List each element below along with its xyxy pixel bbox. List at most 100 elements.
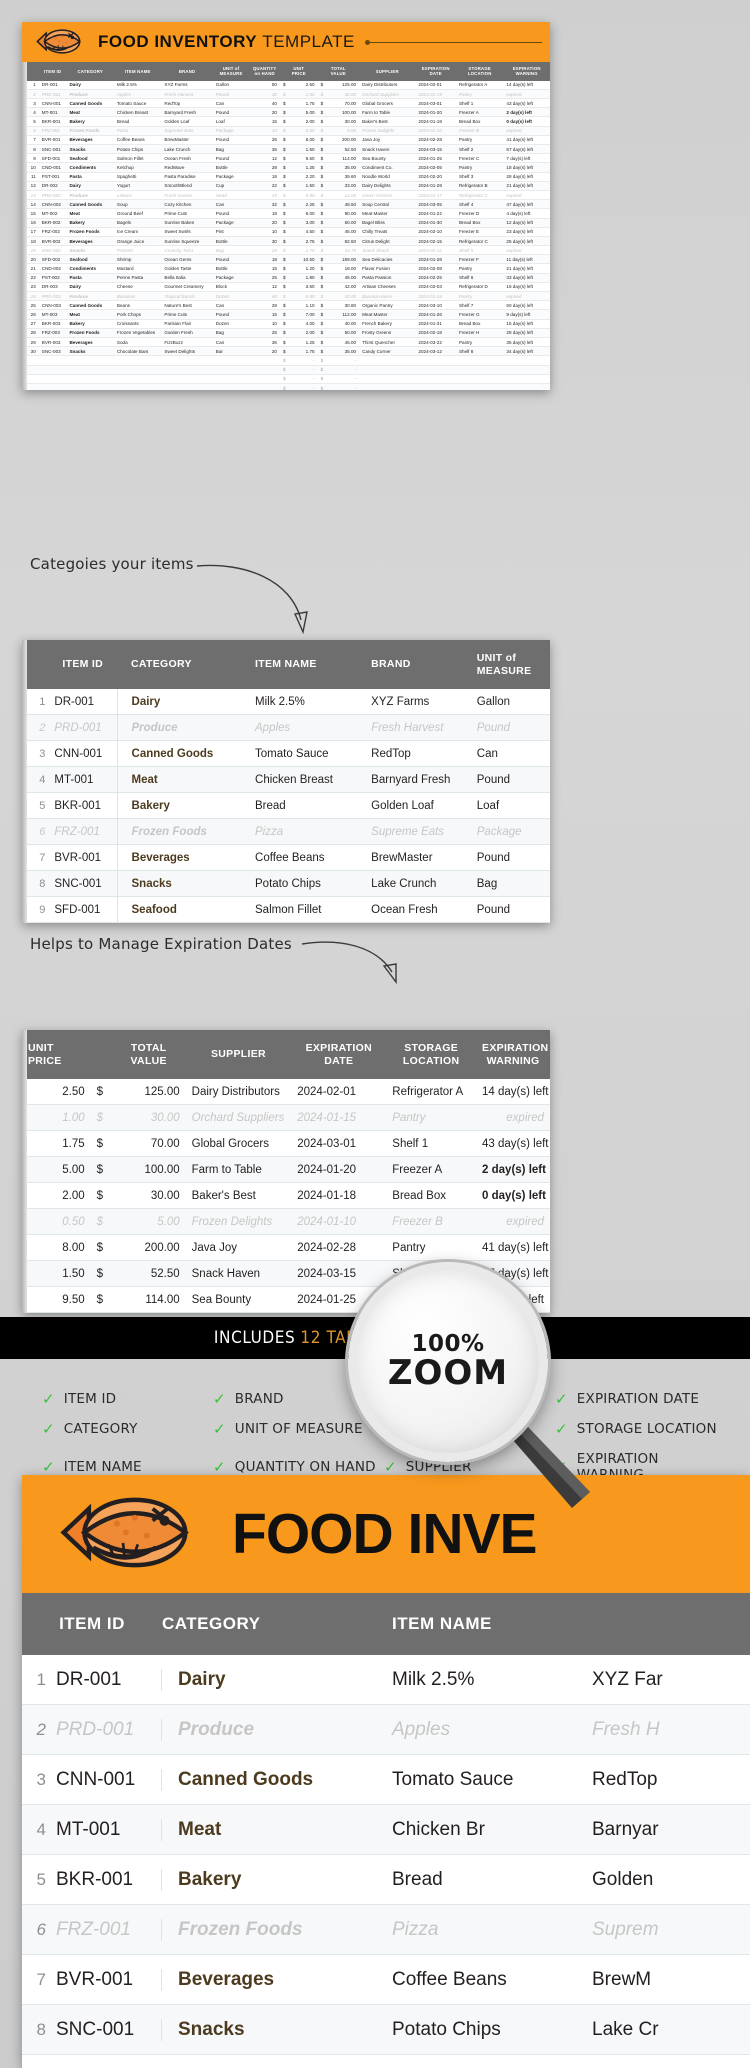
cell-empty <box>113 355 162 366</box>
cell-category: Beverages <box>66 236 114 247</box>
cell-currency-unit: $ <box>280 291 299 302</box>
row-number: 8 <box>22 870 49 898</box>
cell-unit-of-measure: Dozen <box>212 291 250 302</box>
template-header-band: FOOD INVENTORY TEMPLATE <box>22 22 550 62</box>
cell-item-name: Tomato Sauce <box>392 1768 514 1790</box>
expiration-table-card: UNIT PRICE TOTAL VALUE SUPPLIER EXPIRATION DAT… <box>22 1030 550 1314</box>
cell-item-name: Milk 2.5% <box>249 689 366 716</box>
cell-item-name: Potato Chips <box>113 144 162 155</box>
cell-empty <box>66 355 114 366</box>
cell-unit-price: 0.50 <box>22 1208 91 1236</box>
cell-empty <box>66 374 114 384</box>
cell-unit-price: 3.00 <box>298 218 318 228</box>
cell-unit-of-measure: Pound <box>212 309 250 320</box>
cell-item-name: Ground Beef <box>113 208 162 219</box>
cell-item-id: CNN-003 <box>38 300 67 311</box>
cell-empty <box>455 374 504 384</box>
check-icon: ✓ <box>555 1419 568 1438</box>
cell-brand: BrewMaster <box>365 844 471 872</box>
cell-expiration-warning: 41 day(s) left <box>503 135 550 146</box>
cell-empty <box>22 365 39 375</box>
cell-item-name: Lettuce <box>113 190 162 201</box>
cell-item-name: Salmon Fillet <box>249 896 366 924</box>
cell-total-value: 200.00 <box>338 135 360 146</box>
cell-item-id: DR-003 <box>38 282 67 293</box>
cell-expiration-date: 2024-01-22 <box>415 208 456 219</box>
cell-storage-location: Refrigerator A <box>386 1079 477 1106</box>
cell-item-id: CNN-001 <box>56 1768 162 1791</box>
cell-brand: Golden Taste <box>161 263 213 274</box>
row-number: 19 <box>22 245 39 256</box>
cell-expiration-date: 2024-01-25 <box>415 153 456 164</box>
cell-storage-location: Bread Box <box>386 1182 477 1210</box>
cell-item-id: CNN-001 <box>38 98 67 109</box>
cell-empty <box>503 383 550 390</box>
table-row: 5 BKR-001 Bakery Bread Golden Loaf Loaf 15 $2.0… <box>22 116 550 127</box>
cell-unit-price: 9.50 <box>22 1286 91 1314</box>
cell-currency-total: $ <box>317 144 339 155</box>
cell-item-name: Cheese <box>113 282 162 293</box>
row-number: 20 <box>22 254 39 265</box>
cell-quantity: 10 <box>249 126 280 136</box>
cell-unit-of-measure: Package <box>212 126 250 136</box>
checklist-item: ✓ UNIT OF MEASURE <box>213 1421 384 1437</box>
cell-currency-total: $ <box>317 126 339 136</box>
cell-brand: Ocean Fresh <box>365 896 471 924</box>
cell-item-id: DR-001 <box>48 689 118 716</box>
cell-empty <box>455 355 504 366</box>
row-number: 16 <box>22 218 39 228</box>
cell-total-value: 12.00 <box>338 190 360 201</box>
row-number: 1 <box>22 689 49 716</box>
check-icon: ✓ <box>384 1419 397 1438</box>
cell-total-value: 100.00 <box>111 1156 186 1184</box>
cell-empty <box>161 374 213 384</box>
cell-supplier: Frozen Delights <box>359 126 416 136</box>
cell-item-name: Bagels <box>113 218 162 228</box>
cell-item-name: Spaghetti <box>113 172 162 182</box>
cell-currency-total: $ <box>317 181 339 191</box>
cell-item-name: Soda <box>113 337 162 348</box>
cell-expiration-warning: 15 day(s) left <box>503 319 550 329</box>
cell-storage-location: Refrigerator A <box>455 80 504 90</box>
cell-total-value: 125.00 <box>111 1079 186 1106</box>
column-header-expiration-warning: EXPIRATION WARNING <box>503 62 550 81</box>
cell-category: Produce <box>66 89 114 100</box>
cell-currency-total: $ <box>317 218 339 228</box>
cell-supplier: Sea Delicacies <box>359 254 416 265</box>
cell-currency-unit: $ <box>280 80 299 90</box>
categories-table-body: 1 DR-001 Dairy Milk 2.5% XYZ Farms Gallon 2 PRD… <box>22 689 550 924</box>
cell-brand: Garden Fresh <box>161 328 213 338</box>
cell-empty <box>359 383 416 390</box>
cell-empty: $ <box>280 365 299 375</box>
cell-expiration-warning: 9 day(s) left <box>503 309 550 320</box>
cell-total-value: 70.00 <box>111 1130 186 1158</box>
list-item: 4 MT-001 Meat Chicken Br Barnyar <box>22 1805 750 1855</box>
row-number: 8 <box>36 2019 46 2039</box>
cell-storage-location: Freezer E <box>455 227 504 237</box>
cell-currency-unit: $ <box>280 116 299 127</box>
cell-currency-unit: $ <box>280 162 299 173</box>
cell-expiration-warning: 14 day(s) left <box>503 80 550 90</box>
cell-quantity: 35 <box>249 144 280 155</box>
cell-currency-unit: $ <box>280 89 299 100</box>
cell-category: Dairy <box>66 181 114 191</box>
cell-empty <box>249 365 280 375</box>
cell-quantity: 10 <box>249 227 280 237</box>
cell-currency-unit: $ <box>280 218 299 228</box>
row-number: 9 <box>22 896 49 924</box>
table-row: 13 PRD-002 Produce Lettuce Fresh Greens Head 1… <box>22 190 550 201</box>
cell-empty <box>161 355 213 366</box>
cell-expiration-warning: 50 day(s) left <box>503 300 550 311</box>
checklist-item: ✓ UNIT PRICE <box>384 1391 555 1407</box>
cell-item-id: SFD-001 <box>38 153 67 164</box>
cell-expiration-warning: expired <box>476 1208 550 1236</box>
row-number: 8 <box>22 144 39 155</box>
cell-item-name: Milk 2.5% <box>392 1668 475 1690</box>
cell-expiration-warning: 7 day(s) left <box>503 153 550 164</box>
cell-expiration-date: 2024-02-20 <box>415 172 456 182</box>
list-item: 5 BKR-001 Bakery Bread Golden <box>22 1855 750 1905</box>
cell-brand: Barnyar <box>592 1818 659 1840</box>
cell-currency: $ <box>90 1208 112 1236</box>
zoom-page-title: FOOD INVE <box>232 1502 538 1566</box>
cell-item-id: SNC-001 <box>56 2018 162 2041</box>
